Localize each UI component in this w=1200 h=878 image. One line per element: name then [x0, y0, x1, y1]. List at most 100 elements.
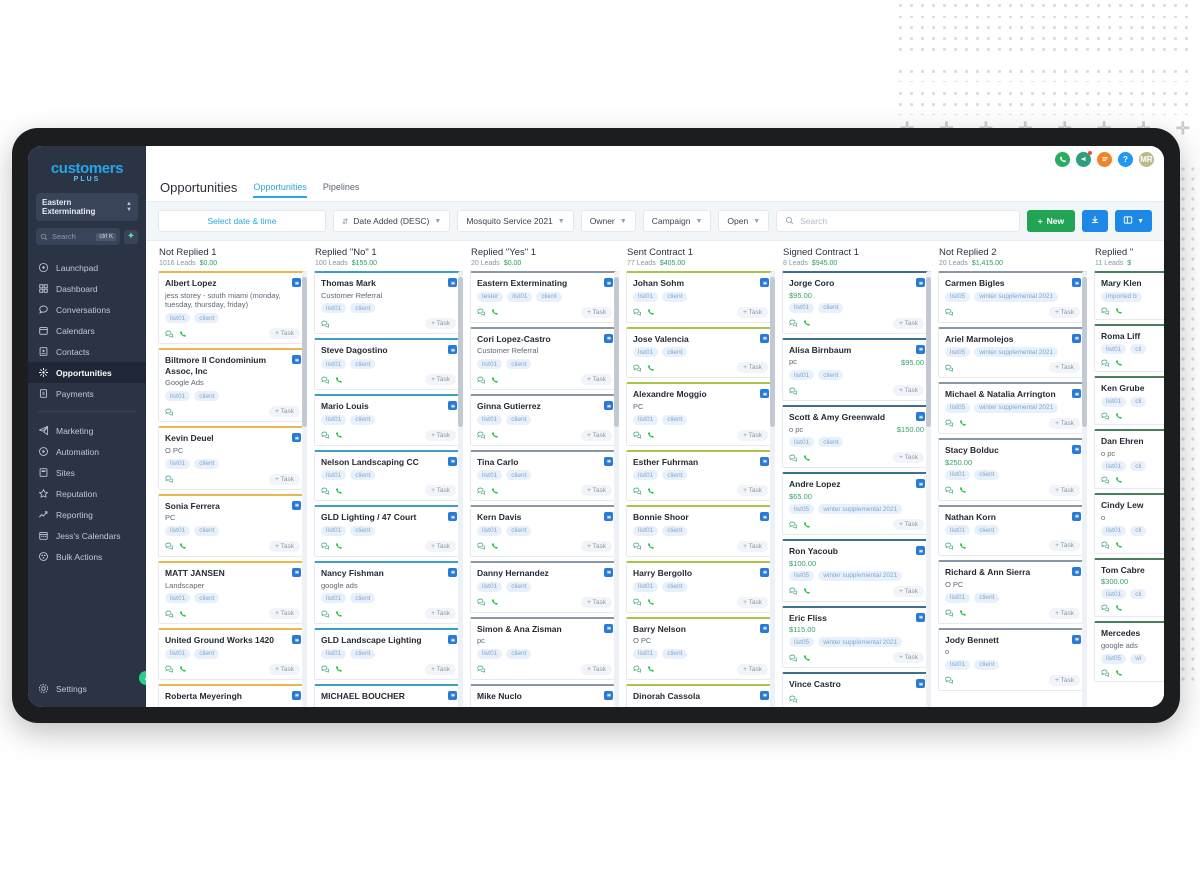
conversation-icon[interactable] — [633, 487, 642, 495]
add-task-button[interactable]: + Task — [581, 374, 612, 385]
pipeline-select[interactable]: Mosquito Service 2021 ▼ — [457, 210, 574, 232]
conversation-icon[interactable] — [1101, 604, 1110, 612]
card-tag[interactable]: client — [662, 291, 688, 302]
conversation-icon[interactable] — [1101, 476, 1110, 484]
new-opportunity-button[interactable]: + New — [1026, 210, 1076, 232]
card-tag[interactable]: client — [350, 303, 376, 314]
column-scrollbar-thumb[interactable] — [458, 277, 463, 427]
phone-icon[interactable] — [335, 665, 343, 673]
phone-icon[interactable] — [959, 419, 967, 427]
card-tag[interactable]: list01 — [477, 414, 503, 425]
search-input[interactable]: Search ctrl K — [36, 228, 120, 245]
sidebar-item-dashboard[interactable]: Dashboard — [28, 278, 146, 299]
opportunity-card[interactable]: Tina Carlo list01 client + Task — [470, 449, 619, 502]
phone-icon[interactable] — [803, 654, 811, 662]
card-tag[interactable]: client — [662, 525, 688, 536]
column-scrollbar-track[interactable] — [302, 271, 307, 707]
opportunity-card[interactable]: Esther Fuhrman list01 client + Task — [626, 449, 775, 502]
column-card-list[interactable]: Mary Klen imported b Roma Liff list01 cli Ken… — [1094, 271, 1164, 707]
add-task-button[interactable]: + Task — [737, 362, 768, 374]
opportunity-card[interactable]: Mario Louis list01 client + Task — [314, 394, 463, 446]
add-task-button[interactable]: + Task — [581, 306, 612, 318]
opportunity-card[interactable]: Cindy Lew o list01 cli — [1094, 493, 1164, 554]
conversation-icon[interactable] — [165, 665, 174, 674]
add-task-button[interactable]: + Task — [425, 608, 456, 620]
add-task-button[interactable]: + Task — [737, 306, 768, 318]
card-tag[interactable]: winter supplemental 2021 — [818, 504, 903, 514]
opportunity-card[interactable]: Ken Grube list01 cli — [1094, 376, 1164, 425]
card-tag[interactable]: client — [536, 291, 562, 302]
card-tag[interactable]: client — [818, 437, 844, 448]
opportunity-card[interactable]: Stacy Bolduc $250.00 list01 client + Task — [938, 437, 1087, 501]
opportunity-card[interactable]: Alexandre Moggio PC list01 client + Task — [626, 382, 775, 446]
sidebar-item-reputation[interactable]: Reputation — [28, 483, 146, 504]
phone-icon[interactable] — [1115, 476, 1123, 484]
add-task-button[interactable]: + Task — [893, 317, 924, 329]
phone-icon[interactable] — [179, 665, 187, 673]
column-card-list[interactable]: Carmen Bigles list05 winter supplemental 2… — [938, 271, 1087, 707]
phone-icon[interactable] — [647, 308, 655, 316]
card-tag[interactable]: list01 — [321, 648, 347, 659]
card-tag[interactable]: client — [194, 593, 220, 604]
conversation-icon[interactable] — [1101, 307, 1110, 315]
phone-icon[interactable] — [491, 598, 499, 606]
card-tag[interactable]: client — [662, 648, 688, 659]
phone-icon[interactable] — [803, 521, 811, 529]
card-tag[interactable]: list01 — [633, 347, 659, 358]
opportunity-card[interactable]: Alisa Birnbaum pc $95.00 list01 client + Task — [782, 337, 931, 401]
add-task-button[interactable]: + Task — [269, 473, 300, 485]
card-tag[interactable]: client — [662, 581, 688, 592]
add-task-button[interactable]: + Task — [425, 318, 456, 330]
user-avatar[interactable]: MR — [1139, 151, 1154, 167]
opportunity-card[interactable]: Johan Sohm list01 client + Task — [626, 271, 775, 323]
card-tag[interactable]: list05 — [789, 637, 815, 648]
card-tag[interactable]: list01 — [321, 525, 347, 536]
column-card-list[interactable]: Jorge Coro $95.00 list01 client + Task Alisa … — [782, 271, 931, 707]
column-scrollbar-track[interactable] — [770, 271, 775, 707]
opportunity-card[interactable]: Kevin Deuel O PC list01 client + Task — [158, 426, 307, 490]
conversation-icon[interactable] — [165, 408, 174, 416]
add-task-button[interactable]: + Task — [425, 374, 456, 385]
opportunity-card[interactable]: Cori Lopez-Castro Customer Referral list01… — [470, 326, 619, 390]
card-tag[interactable]: client — [506, 470, 532, 481]
add-task-button[interactable]: + Task — [1049, 540, 1080, 552]
card-tag[interactable]: winter supplemental 2021 — [974, 347, 1059, 358]
phone-icon[interactable] — [647, 431, 655, 439]
add-task-button[interactable]: + Task — [737, 485, 768, 497]
sidebar-item-reporting[interactable]: Reporting — [28, 504, 146, 525]
opportunity-card[interactable]: Harry Bergollo list01 client + Task — [626, 560, 775, 613]
add-task-button[interactable]: + Task — [737, 429, 768, 441]
quick-add-button[interactable]: ✦ — [124, 229, 138, 244]
card-tag[interactable]: list01 — [477, 525, 503, 536]
add-task-button[interactable]: + Task — [425, 429, 456, 441]
card-tag[interactable]: list01 — [165, 648, 191, 659]
card-tag[interactable]: winter supplemental 2021 — [818, 570, 903, 581]
conversation-icon[interactable] — [945, 364, 954, 372]
opportunity-card[interactable]: Richard & Ann Sierra O PC list01 client + Ta… — [938, 560, 1087, 624]
card-tag[interactable]: client — [506, 359, 532, 369]
card-tag[interactable]: list01 — [633, 581, 659, 592]
conversation-icon[interactable] — [633, 364, 642, 372]
card-tag[interactable]: client — [662, 347, 688, 358]
add-task-button[interactable]: + Task — [737, 596, 768, 608]
column-scrollbar-thumb[interactable] — [1082, 277, 1087, 427]
card-tag[interactable]: client — [662, 414, 688, 425]
conversation-icon[interactable] — [321, 665, 330, 674]
conversation-icon[interactable] — [321, 431, 330, 439]
card-tag[interactable]: client — [350, 414, 376, 425]
column-card-list[interactable]: Thomas Mark Customer Referral list01 client… — [314, 271, 463, 707]
opportunity-card[interactable]: Dinorah Cassola — [626, 683, 775, 707]
card-tag[interactable]: cli — [1130, 525, 1147, 536]
card-tag[interactable]: client — [350, 470, 376, 481]
add-task-button[interactable]: + Task — [425, 663, 456, 675]
conversation-icon[interactable] — [477, 665, 486, 674]
card-tag[interactable]: list01 — [165, 525, 191, 536]
menu-icon-button[interactable] — [1097, 151, 1112, 167]
card-tag[interactable]: client — [974, 469, 1000, 480]
phone-icon[interactable] — [1115, 307, 1123, 315]
card-tag[interactable]: imported b — [1101, 291, 1142, 302]
add-task-button[interactable]: + Task — [893, 652, 924, 664]
card-tag[interactable]: client — [194, 648, 220, 659]
card-tag[interactable]: list01 — [1101, 461, 1127, 472]
card-tag[interactable]: winter supplemental 2021 — [974, 402, 1059, 413]
